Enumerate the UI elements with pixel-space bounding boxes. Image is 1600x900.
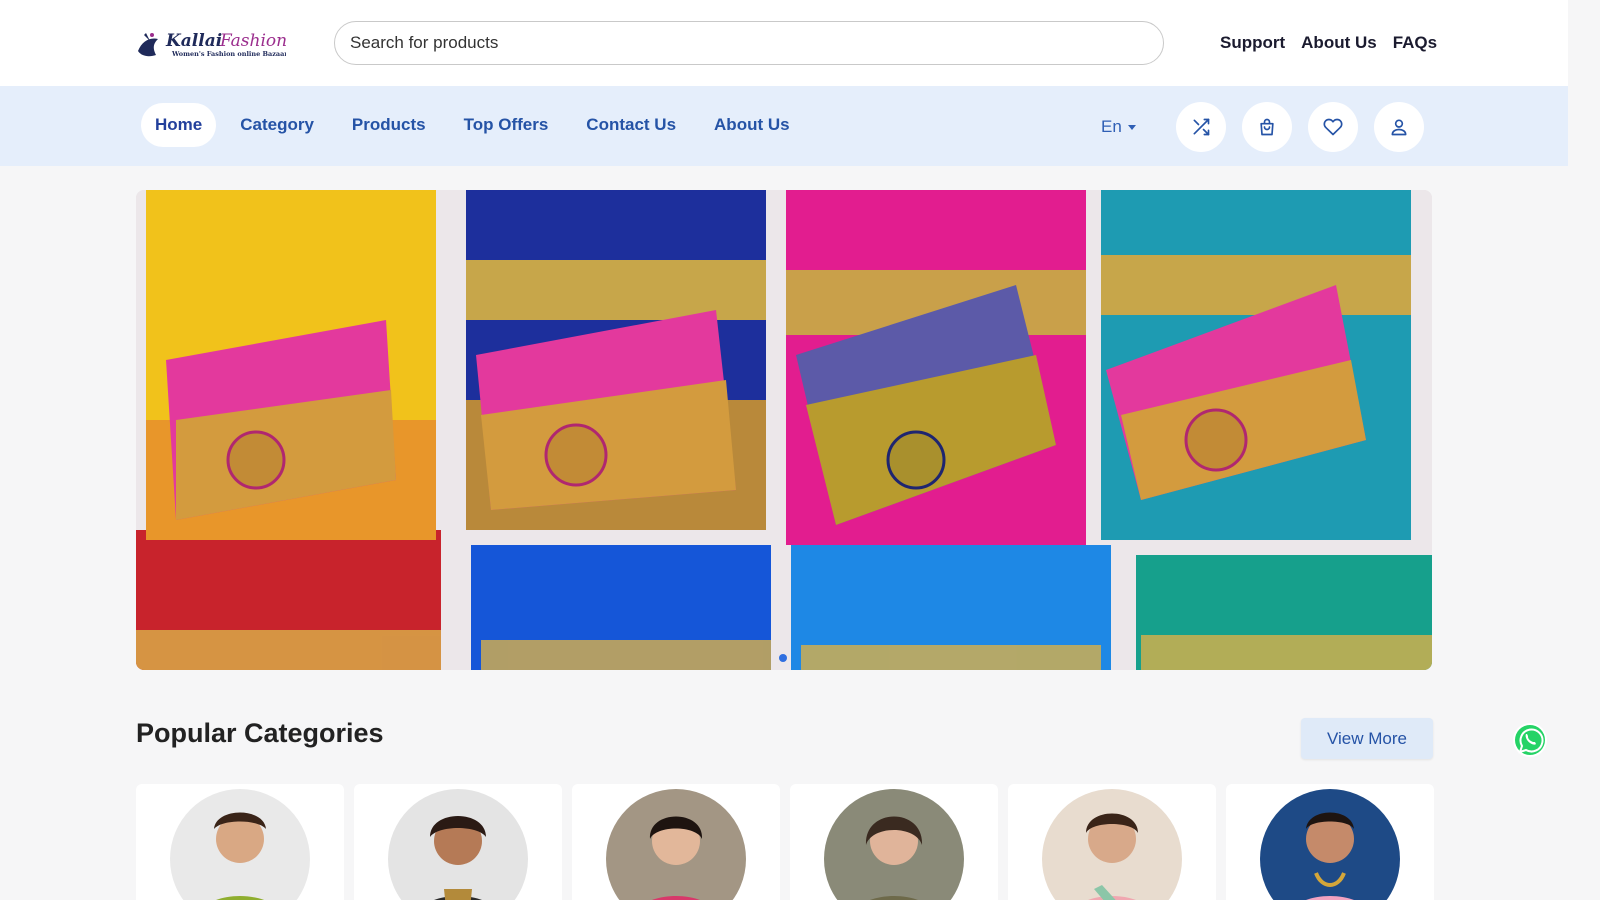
page: Kallai Fashions Women's Fashion online B… bbox=[0, 0, 1568, 900]
faqs-link[interactable]: FAQs bbox=[1393, 33, 1437, 53]
category-image bbox=[1260, 789, 1400, 900]
nav-item-category[interactable]: Category bbox=[226, 103, 328, 147]
popular-categories-title: Popular Categories bbox=[136, 718, 384, 748]
about-us-top-link[interactable]: About Us bbox=[1301, 33, 1377, 53]
category-image bbox=[606, 789, 746, 900]
view-more-button[interactable]: View More bbox=[1301, 718, 1433, 759]
category-image bbox=[388, 789, 528, 900]
hero-banner[interactable] bbox=[136, 190, 1432, 670]
svg-text:Kallai: Kallai bbox=[165, 31, 222, 51]
nav-item-top-offers[interactable]: Top Offers bbox=[450, 103, 563, 147]
user-icon bbox=[1391, 119, 1407, 136]
svg-text:Women's Fashion online Bazaar: Women's Fashion online Bazaar bbox=[171, 50, 286, 58]
category-card[interactable] bbox=[790, 784, 998, 900]
category-card[interactable] bbox=[354, 784, 562, 900]
nav-item-about-us[interactable]: About Us bbox=[700, 103, 804, 147]
whatsapp-chat-button[interactable] bbox=[1512, 722, 1548, 758]
category-card[interactable] bbox=[1008, 784, 1216, 900]
category-card[interactable] bbox=[572, 784, 780, 900]
nav-item-products[interactable]: Products bbox=[338, 103, 440, 147]
shuffle-icon bbox=[1193, 118, 1210, 136]
category-image bbox=[170, 789, 310, 900]
category-image bbox=[824, 789, 964, 900]
nav-item-contact-us[interactable]: Contact Us bbox=[572, 103, 690, 147]
brand-logo[interactable]: Kallai Fashions Women's Fashion online B… bbox=[136, 27, 286, 61]
svg-text:Fashions: Fashions bbox=[219, 31, 286, 51]
saree-collection-image bbox=[136, 190, 1432, 670]
language-label: En bbox=[1101, 117, 1122, 136]
nav-menu: Home Category Products Top Offers Contac… bbox=[141, 103, 804, 147]
chevron-down-icon bbox=[1127, 124, 1136, 130]
compare-button[interactable] bbox=[1176, 102, 1226, 152]
category-cards bbox=[136, 784, 1434, 900]
carousel-dot[interactable] bbox=[779, 654, 787, 662]
main-navbar: Home Category Products Top Offers Contac… bbox=[0, 86, 1568, 166]
cart-button[interactable] bbox=[1242, 102, 1292, 152]
shopping-bag-icon bbox=[1260, 118, 1274, 136]
page-scroll-area[interactable] bbox=[1568, 0, 1600, 900]
language-selector[interactable]: En bbox=[1101, 117, 1136, 137]
top-header: Kallai Fashions Women's Fashion online B… bbox=[0, 0, 1568, 86]
heart-icon bbox=[1323, 118, 1343, 136]
top-links: Support About Us FAQs bbox=[1220, 33, 1437, 53]
support-link[interactable]: Support bbox=[1220, 33, 1285, 53]
category-card[interactable] bbox=[1226, 784, 1434, 900]
whatsapp-icon bbox=[1513, 723, 1547, 757]
search-input[interactable] bbox=[334, 21, 1164, 65]
nav-item-home[interactable]: Home bbox=[141, 103, 217, 147]
category-card[interactable] bbox=[136, 784, 344, 900]
account-button[interactable] bbox=[1374, 102, 1424, 152]
category-image bbox=[1042, 789, 1182, 900]
wishlist-button[interactable] bbox=[1308, 102, 1358, 152]
